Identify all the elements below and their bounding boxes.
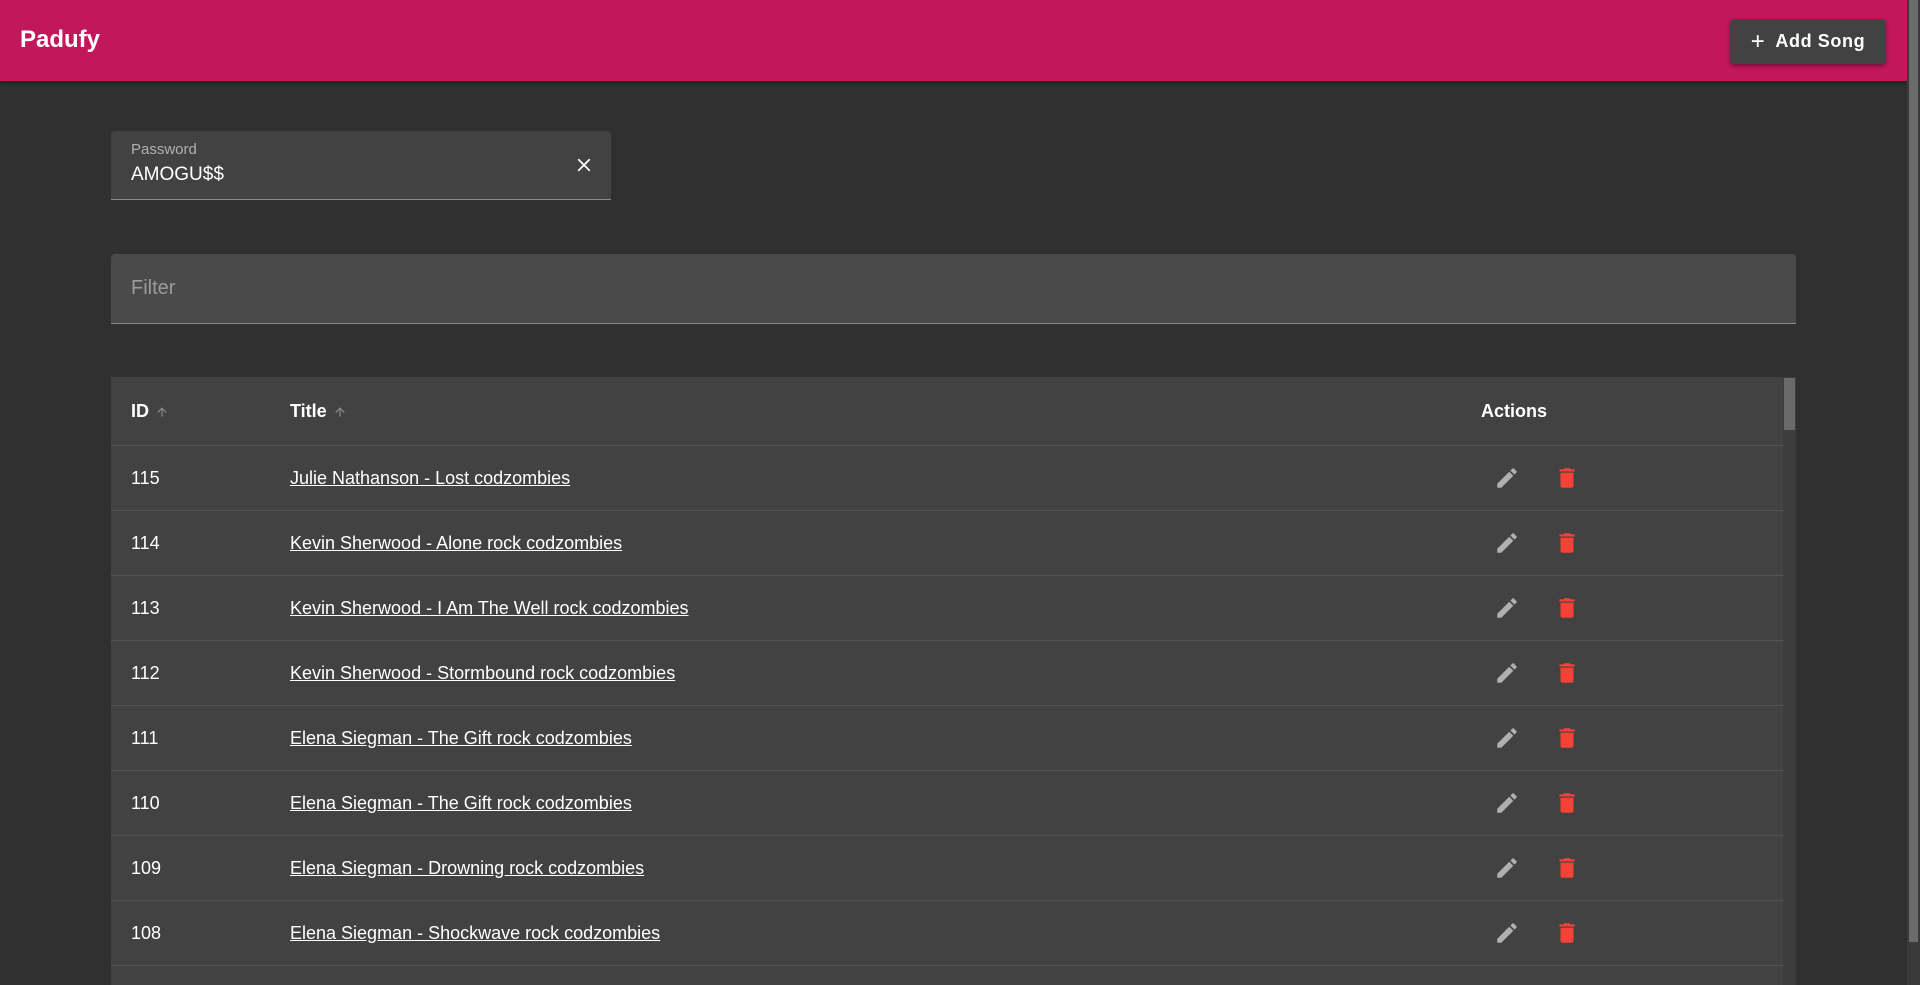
trash-icon: [1559, 468, 1575, 488]
page-scrollbar[interactable]: [1907, 0, 1920, 985]
trash-icon: [1559, 728, 1575, 748]
trash-icon: [1559, 598, 1575, 618]
edit-button[interactable]: [1491, 722, 1523, 754]
row-title-link[interactable]: Elena Siegman - The Gift rock codzombies: [290, 793, 632, 814]
row-id: 114: [131, 533, 160, 553]
row-title-link[interactable]: Elena Siegman - Drowning rock codzombies: [290, 858, 644, 879]
row-title-link[interactable]: Elena Siegman - Shockwave rock codzombie…: [290, 923, 660, 944]
close-icon[interactable]: [573, 154, 595, 176]
header-id[interactable]: ID: [131, 401, 169, 422]
pencil-icon: [1497, 533, 1517, 553]
table-header: ID Title Actions: [111, 377, 1783, 446]
table-row: 114 Kevin Sherwood - Alone rock codzombi…: [111, 511, 1783, 576]
row-id: 110: [131, 793, 160, 813]
password-field[interactable]: Password AMOGU$$: [111, 131, 611, 200]
delete-button[interactable]: [1551, 917, 1583, 949]
table-row: 108 Elena Siegman - Shockwave rock codzo…: [111, 901, 1783, 966]
pencil-icon: [1497, 598, 1517, 618]
edit-button[interactable]: [1491, 852, 1523, 884]
table-scrollbar-thumb[interactable]: [1784, 378, 1795, 430]
filter-input[interactable]: [111, 254, 1796, 323]
filter-field[interactable]: [111, 254, 1796, 324]
table-row: 115 Julie Nathanson - Lost codzombies: [111, 446, 1783, 511]
row-title-link[interactable]: Kevin Sherwood - Alone rock codzombies: [290, 533, 622, 554]
pencil-icon: [1497, 923, 1517, 943]
delete-button[interactable]: [1551, 462, 1583, 494]
password-input[interactable]: AMOGU$$: [131, 164, 224, 186]
row-id: 115: [131, 468, 160, 488]
header-title-label: Title: [290, 401, 327, 421]
delete-button[interactable]: [1551, 657, 1583, 689]
table-row: 110 Elena Siegman - The Gift rock codzom…: [111, 771, 1783, 836]
app-bar: Padufy + Add Song: [0, 0, 1907, 81]
table-scrollbar[interactable]: [1783, 377, 1796, 985]
edit-button[interactable]: [1491, 592, 1523, 624]
row-id: 113: [131, 598, 160, 618]
table-row: 113 Kevin Sherwood - I Am The Well rock …: [111, 576, 1783, 641]
pencil-icon: [1497, 793, 1517, 813]
row-id: 112: [131, 663, 160, 683]
pencil-icon: [1497, 468, 1517, 488]
header-actions-label: Actions: [1481, 401, 1548, 421]
row-id: 109: [131, 858, 162, 878]
table-row: 112 Kevin Sherwood - Stormbound rock cod…: [111, 641, 1783, 706]
header-actions: Actions: [1481, 401, 1547, 422]
table-row: 109 Elena Siegman - Drowning rock codzom…: [111, 836, 1783, 901]
trash-icon: [1559, 663, 1575, 683]
trash-icon: [1559, 793, 1575, 813]
add-song-button[interactable]: + Add Song: [1730, 19, 1886, 64]
header-title[interactable]: Title: [290, 401, 347, 422]
password-label: Password: [131, 141, 197, 158]
edit-button[interactable]: [1491, 787, 1523, 819]
row-title-link[interactable]: Elena Siegman - The Gift rock codzombies: [290, 728, 632, 749]
delete-button[interactable]: [1551, 787, 1583, 819]
row-title-link[interactable]: Kevin Sherwood - I Am The Well rock codz…: [290, 598, 689, 619]
trash-icon: [1559, 533, 1575, 553]
trash-icon: [1559, 858, 1575, 878]
delete-button[interactable]: [1551, 852, 1583, 884]
delete-button[interactable]: [1551, 722, 1583, 754]
table-row: 111 Elena Siegman - The Gift rock codzom…: [111, 706, 1783, 771]
row-id: 108: [131, 923, 162, 943]
pencil-icon: [1497, 663, 1517, 683]
page-scrollbar-thumb[interactable]: [1909, 0, 1918, 942]
delete-button[interactable]: [1551, 527, 1583, 559]
trash-icon: [1559, 923, 1575, 943]
pencil-icon: [1497, 858, 1517, 878]
row-title-link[interactable]: Julie Nathanson - Lost codzombies: [290, 468, 570, 489]
arrow-up-icon: [157, 406, 167, 417]
delete-button[interactable]: [1551, 592, 1583, 624]
edit-button[interactable]: [1491, 527, 1523, 559]
songs-table: ID Title Actions 115 Julie Nathanson - L…: [111, 377, 1796, 985]
row-id: 111: [131, 728, 159, 748]
arrow-up-icon: [335, 406, 345, 417]
edit-button[interactable]: [1491, 657, 1523, 689]
edit-button[interactable]: [1491, 462, 1523, 494]
plus-icon: +: [1750, 27, 1766, 55]
app-title: Padufy: [20, 26, 101, 53]
header-id-label: ID: [131, 401, 149, 421]
row-title-link[interactable]: Kevin Sherwood - Stormbound rock codzomb…: [290, 663, 675, 684]
edit-button[interactable]: [1491, 917, 1523, 949]
pencil-icon: [1497, 728, 1517, 748]
add-song-label: Add Song: [1775, 31, 1866, 51]
